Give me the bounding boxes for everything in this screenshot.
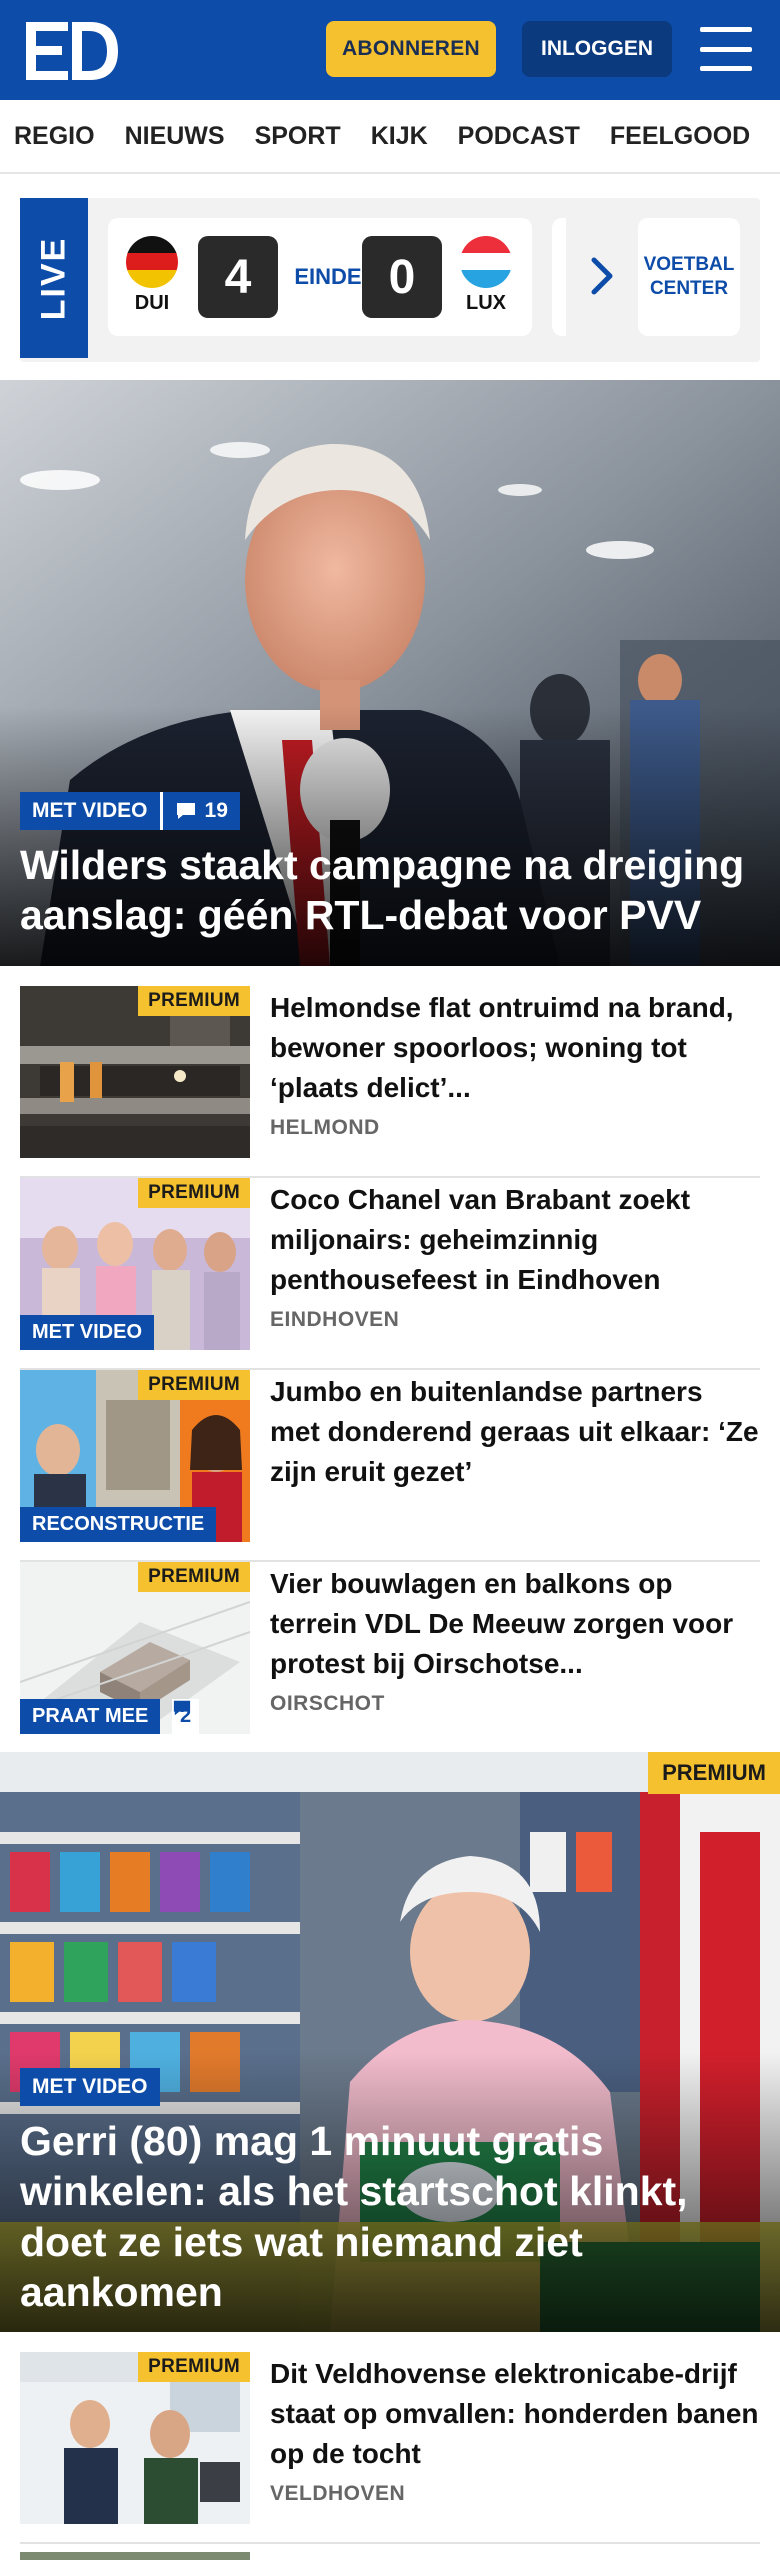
home-team-code: DUI xyxy=(134,292,170,314)
live-scores: LIVE DUI 4 EINDE 0 LUX VOETBAL CENTER xyxy=(20,198,760,362)
match-card[interactable]: DUI 4 EINDE 0 LUX xyxy=(108,218,532,336)
hamburger-icon[interactable] xyxy=(700,27,752,71)
article-title[interactable]: Vier bouwlagen en balkons op terrein VDL… xyxy=(270,1564,760,1683)
comment-count[interactable]: 19 xyxy=(159,792,240,830)
chevron-right-icon[interactable] xyxy=(582,246,622,306)
germany-flag-icon xyxy=(126,236,178,288)
article-location: EINDHOVEN xyxy=(270,1308,400,1331)
premium-badge: PREMIUM xyxy=(138,2352,250,2382)
article-row[interactable]: PREMIUM Dit Veldhovense elektronicabe-dr… xyxy=(20,2352,760,2544)
premium-badge: PREMIUM xyxy=(138,1178,250,1208)
nav-item-podcast[interactable]: PODCAST xyxy=(458,122,580,151)
hero-badges: MET VIDEO 19 xyxy=(20,792,240,830)
premium-badge: PREMIUM xyxy=(138,1562,250,1592)
article-thumbnail: PREMIUM xyxy=(20,986,250,1158)
home-score: 4 xyxy=(198,236,278,318)
reconstruction-badge: RECONSTRUCTIE xyxy=(20,1507,217,1542)
featured-title[interactable]: Gerri (80) mag 1 minuut gratis winkelen:… xyxy=(20,2116,740,2318)
article-row[interactable]: PREMIUM Helmondse flat ontruimd na brand… xyxy=(20,986,760,1178)
comment-count[interactable]: 2 xyxy=(172,1699,200,1734)
ed-logo[interactable] xyxy=(26,18,118,84)
article-title[interactable]: Helmondse flat ontruimd na brand, bewone… xyxy=(270,988,760,1107)
article-thumbnail: PREMIUM xyxy=(20,2352,250,2524)
nav-item-feelgood[interactable]: FEELGOOD xyxy=(610,122,750,151)
video-badge: MET VIDEO xyxy=(20,1315,155,1350)
hero-article[interactable]: MET VIDEO 19 Wilders staakt campagne na … xyxy=(0,380,780,966)
away-score: 0 xyxy=(362,236,442,318)
article-title[interactable]: Coco Chanel van Brabant zoekt miljonairs… xyxy=(270,1180,760,1299)
video-badge: MET VIDEO xyxy=(20,2068,160,2106)
comment-icon xyxy=(173,1700,191,1716)
article-thumbnail: PREMIUM PRAAT MEE 2 xyxy=(20,1562,250,1734)
voetbal-center-link[interactable]: VOETBAL CENTER xyxy=(638,218,740,336)
premium-badge: PREMIUM xyxy=(138,1370,250,1400)
video-badge: MET VIDEO xyxy=(20,792,160,830)
comment-count-value: 19 xyxy=(204,799,228,822)
nav-item-nieuws[interactable]: NIEUWS xyxy=(125,122,225,151)
article-title[interactable]: Dit Veldhovense elektronicabe-drijf staa… xyxy=(270,2354,760,2473)
nav-item-kijk[interactable]: KIJK xyxy=(371,122,428,151)
section-nav: REGIO NIEUWS SPORT KIJK PODCAST FEELGOOD xyxy=(0,100,780,174)
away-team-code: LUX xyxy=(466,292,506,314)
site-header: ABONNEREN INLOGGEN xyxy=(0,0,780,100)
login-button[interactable]: INLOGGEN xyxy=(522,21,672,77)
article-location: HELMOND xyxy=(270,1116,380,1139)
next-article-peek xyxy=(20,2552,760,2572)
featured-article[interactable]: PREMIUM MET VIDEO Gerri (80) mag 1 minuu… xyxy=(0,1752,780,2332)
luxembourg-flag-icon xyxy=(460,236,512,288)
article-thumbnail: PREMIUM MET VIDEO xyxy=(20,1178,250,1350)
next-match-card[interactable] xyxy=(552,218,566,336)
subscribe-button[interactable]: ABONNEREN xyxy=(326,21,496,77)
article-row[interactable]: PREMIUM PRAAT MEE 2 Vier bouwlagen en ba… xyxy=(20,1562,760,1754)
article-row[interactable]: PREMIUM MET VIDEO Coco Chanel van Braban… xyxy=(20,1178,760,1370)
premium-badge: PREMIUM xyxy=(648,1752,780,1794)
article-thumbnail: PREMIUM RECONSTRUCTIE xyxy=(20,1370,250,1542)
article-title[interactable]: Jumbo en buitenlandse partners met donde… xyxy=(270,1372,760,1491)
article-location: VELDHOVEN xyxy=(270,2482,406,2505)
comment-icon xyxy=(176,803,195,819)
premium-badge: PREMIUM xyxy=(138,986,250,1016)
article-row[interactable]: PREMIUM RECONSTRUCTIE Jumbo en buitenlan… xyxy=(20,1370,760,1562)
nav-item-regio[interactable]: REGIO xyxy=(14,122,95,151)
match-status: EINDE xyxy=(294,264,362,289)
article-location: OIRSCHOT xyxy=(270,1692,385,1715)
live-label: LIVE xyxy=(20,198,88,358)
discuss-badge: PRAAT MEE xyxy=(20,1699,161,1734)
nav-item-sport[interactable]: SPORT xyxy=(255,122,341,151)
hero-title[interactable]: Wilders staakt campagne na dreiging aans… xyxy=(20,840,760,940)
